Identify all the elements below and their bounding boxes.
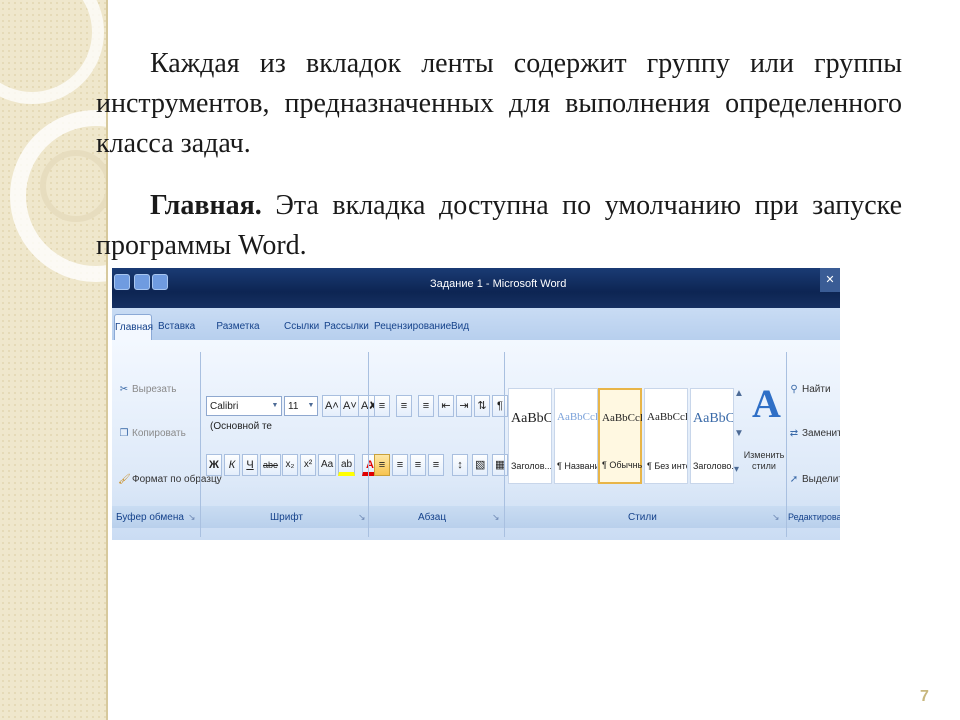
change-styles-icon[interactable]: A xyxy=(752,380,781,427)
multilevel-list-button[interactable]: ≡ xyxy=(418,395,434,417)
tab-home[interactable]: Главная xyxy=(114,314,153,341)
font-launcher-icon[interactable]: ↘ xyxy=(358,512,366,523)
cut-button[interactable]: ✂ Вырезать xyxy=(118,384,177,395)
superscript-button[interactable]: x² xyxy=(300,454,316,476)
close-icon[interactable]: ✕ xyxy=(820,268,840,292)
clipboard-group-label: Буфер обмена xyxy=(116,512,184,523)
style-normal[interactable]: AaBbCcDc ¶ Обычный xyxy=(598,388,642,484)
page-number: 7 xyxy=(920,688,929,705)
borders-button[interactable]: ▦ xyxy=(492,454,509,476)
group-separator xyxy=(786,352,787,537)
underline-button[interactable]: Ч xyxy=(242,454,258,476)
numbering-button[interactable]: ≡ xyxy=(396,395,412,417)
styles-group-label: Стили xyxy=(628,512,657,523)
align-right-button[interactable]: ≡ xyxy=(410,454,426,476)
replace-icon: ⇄ xyxy=(789,428,799,439)
group-separator xyxy=(200,352,201,537)
save-icon[interactable] xyxy=(134,274,150,290)
tab-mailings[interactable]: Рассылки xyxy=(324,316,369,338)
chevron-down-icon: ▼ xyxy=(307,402,315,409)
decorative-ring xyxy=(0,0,104,104)
word-window-screenshot: Задание 1 - Microsoft Word ✕ Главная Вст… xyxy=(112,268,840,540)
decorative-side-panel xyxy=(0,0,106,720)
scissors-icon: ✂ xyxy=(119,384,129,395)
styles-scroll-up-icon[interactable]: ▲ xyxy=(734,388,744,399)
tab-insert[interactable]: Вставка xyxy=(158,316,195,338)
tab-references[interactable]: Ссылки xyxy=(284,316,319,338)
tab-view[interactable]: Вид xyxy=(450,316,470,338)
editing-group-label: Редактирование xyxy=(788,512,840,522)
styles-launcher-icon[interactable]: ↘ xyxy=(772,512,780,523)
styles-more-icon[interactable]: ▾ xyxy=(734,464,739,475)
slide-paragraph-1: Каждая из вкладок ленты содержит группу … xyxy=(96,48,902,159)
align-left-button[interactable]: ≡ xyxy=(374,454,390,476)
undo-icon[interactable] xyxy=(152,274,168,290)
brush-icon: 🖌 xyxy=(118,474,131,485)
find-button[interactable]: ⚲ Найти xyxy=(788,384,830,395)
show-formatting-button[interactable]: ¶ xyxy=(492,395,508,417)
justify-button[interactable]: ≡ xyxy=(428,454,444,476)
copy-icon: ❐ xyxy=(119,428,129,439)
italic-button[interactable]: К xyxy=(224,454,240,476)
paragraph-launcher-icon[interactable]: ↘ xyxy=(492,512,500,523)
ribbon-tab-bar: Главная Вставка Разметка страницы Ссылки… xyxy=(112,308,840,354)
slide-paragraph-2: Главная. Эта вкладка доступна по умолчан… xyxy=(96,186,902,266)
sort-button[interactable]: ⇅ xyxy=(474,395,490,417)
grow-font-button[interactable]: A˄ xyxy=(322,395,342,417)
office-icon[interactable] xyxy=(114,274,130,290)
group-separator xyxy=(504,352,505,537)
highlight-color-button[interactable]: ab xyxy=(338,454,356,476)
increase-indent-button[interactable]: ⇥ xyxy=(456,395,472,417)
paragraph-bold-term: Главная. xyxy=(150,190,262,221)
font-name-field[interactable]: Calibri (Основной те ▼ xyxy=(206,396,282,432)
style-heading-1[interactable]: AaBbCc Заголов... xyxy=(508,388,552,484)
font-group-label: Шрифт xyxy=(270,512,303,523)
align-center-button[interactable]: ≡ xyxy=(392,454,408,476)
change-case-button[interactable]: Aa xyxy=(318,454,337,476)
tab-page-layout[interactable]: Разметка страницы xyxy=(202,316,274,354)
decrease-indent-button[interactable]: ⇤ xyxy=(438,395,454,417)
cursor-icon: ➚ xyxy=(789,474,799,485)
clipboard-launcher-icon[interactable]: ↘ xyxy=(188,512,196,523)
subscript-button[interactable]: x₂ xyxy=(282,454,298,476)
select-button[interactable]: ➚Выделить xyxy=(788,474,840,485)
copy-button[interactable]: ❐ Копировать xyxy=(118,428,186,439)
bold-button[interactable]: Ж xyxy=(206,454,222,476)
style-title[interactable]: AaBbCcDt ¶ Названи... xyxy=(554,388,598,484)
bullets-button[interactable]: ≡ xyxy=(374,395,390,417)
styles-scroll-down-icon[interactable]: ▼ xyxy=(734,428,744,439)
ribbon-group-labels-bar xyxy=(112,506,840,528)
title-bar: Задание 1 - Microsoft Word ✕ xyxy=(112,268,840,308)
font-size-field[interactable]: 11 ▼ xyxy=(284,396,318,416)
group-separator xyxy=(368,352,369,537)
shading-button[interactable]: ▧ xyxy=(472,454,489,476)
chevron-down-icon: ▼ xyxy=(271,402,279,409)
replace-button[interactable]: ⇄Заменить xyxy=(788,428,840,439)
binoculars-icon: ⚲ xyxy=(790,384,798,395)
window-title: Задание 1 - Microsoft Word xyxy=(430,278,567,290)
line-spacing-button[interactable]: ↕ xyxy=(452,454,468,476)
paragraph-group-label: Абзац xyxy=(418,512,447,523)
shrink-font-button[interactable]: A˅ xyxy=(340,395,360,417)
change-styles-button[interactable]: Изменить стили xyxy=(742,450,786,472)
strikethrough-button[interactable]: abe xyxy=(260,454,282,476)
tab-review[interactable]: Рецензирование xyxy=(374,316,451,338)
style-no-spacing[interactable]: AaBbCcDc ¶ Без инте... xyxy=(644,388,688,484)
style-heading-2[interactable]: AaBbCc Заголово... xyxy=(690,388,734,484)
